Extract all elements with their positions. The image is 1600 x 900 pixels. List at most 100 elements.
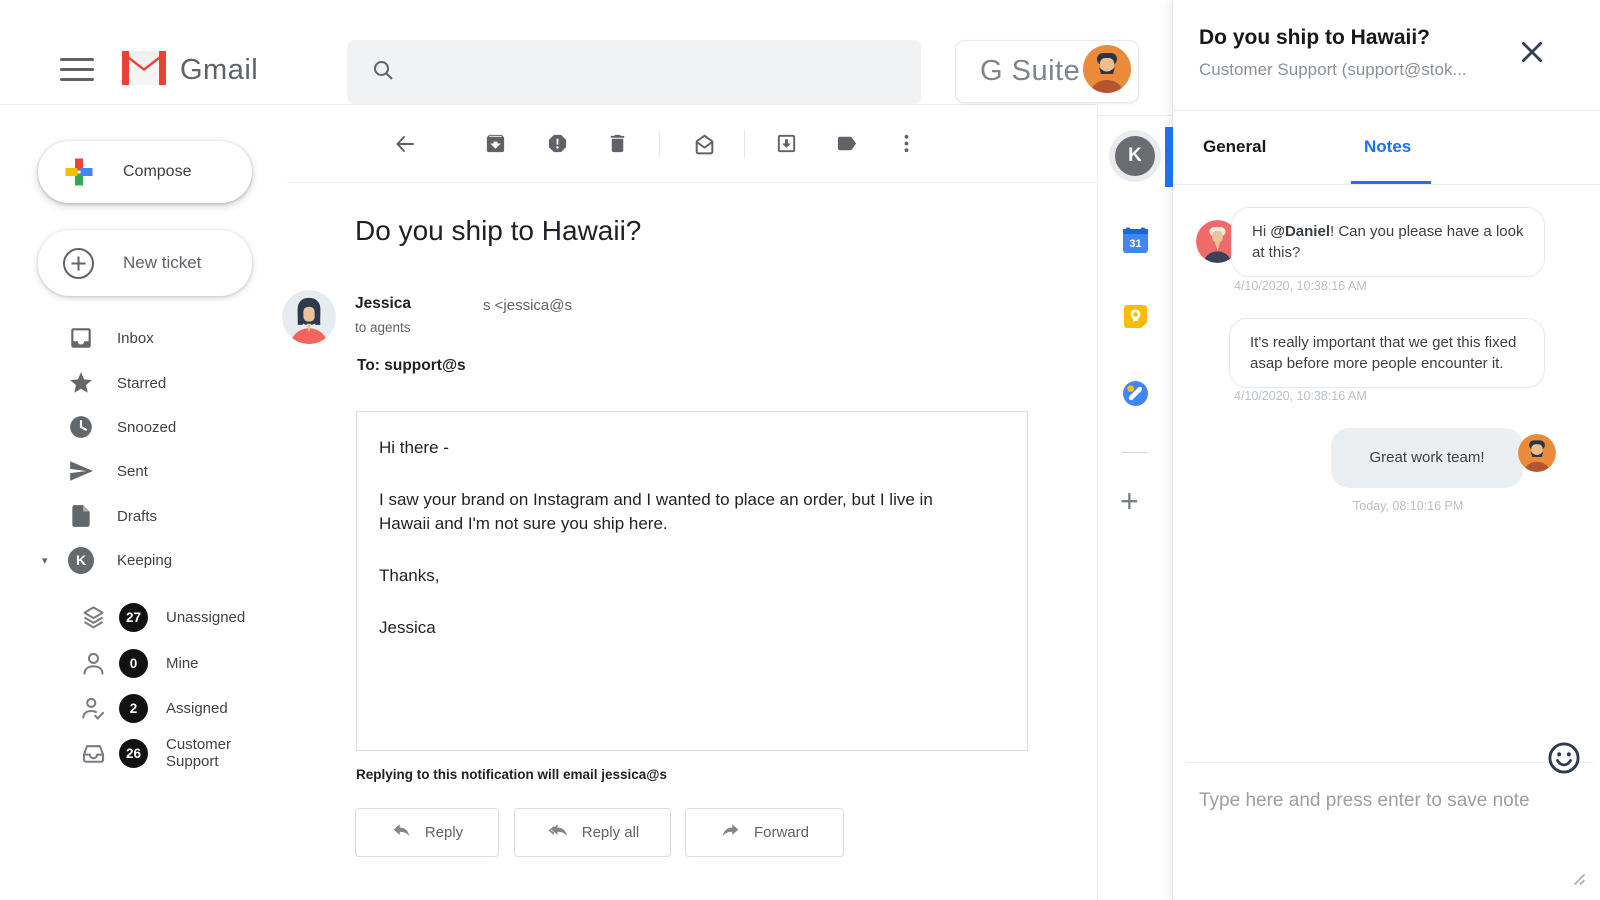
inbox-icon xyxy=(68,325,94,351)
inbox-label: Inbox xyxy=(117,330,154,347)
keeping-logo-icon: K xyxy=(68,547,94,573)
compose-label: Compose xyxy=(123,163,191,181)
sidebar-item-inbox[interactable]: Inbox xyxy=(0,316,270,360)
sender-avatar xyxy=(282,290,336,344)
unassigned-label: Unassigned xyxy=(166,609,245,626)
sidebar-item-unassigned[interactable]: 27 Unassigned xyxy=(0,595,280,639)
calendar-icon[interactable]: 31 xyxy=(1122,227,1149,254)
assigned-label: Assigned xyxy=(166,700,228,717)
resize-handle-icon[interactable] xyxy=(1571,871,1587,887)
strip-divider xyxy=(1098,115,1173,116)
note-bubble-own: Great work team! xyxy=(1331,428,1523,488)
top-header: Gmail G Suite xyxy=(0,0,1097,105)
reply-icon xyxy=(391,820,412,846)
mine-label: Mine xyxy=(166,655,199,672)
note-text: Hi xyxy=(1252,223,1270,240)
sidebar-item-assigned[interactable]: 2 Assigned xyxy=(0,686,280,730)
customer-support-label: Customer Support xyxy=(166,736,280,770)
unassigned-count-badge: 27 xyxy=(119,603,148,632)
back-icon[interactable] xyxy=(393,132,417,156)
close-icon[interactable] xyxy=(1518,38,1546,66)
reply-button[interactable]: Reply xyxy=(355,808,499,857)
email-view: Do you ship to Hawaii? Jessica s <jessic… xyxy=(287,105,1097,900)
to-line: To: support@s xyxy=(357,357,466,375)
panel-title: Do you ship to Hawaii? xyxy=(1199,26,1529,50)
email-toolbar xyxy=(287,105,1097,183)
active-tab-underline xyxy=(1351,181,1431,184)
sidebar-item-sent[interactable]: Sent xyxy=(0,449,270,493)
reply-all-icon xyxy=(546,820,569,846)
addon-strip: K 31 xyxy=(1097,105,1172,900)
tasks-icon[interactable] xyxy=(1122,380,1149,407)
forward-icon xyxy=(720,820,741,846)
body-paragraph: Thanks, xyxy=(379,564,979,588)
reply-label: Reply xyxy=(425,824,463,841)
gsuite-account-card[interactable]: G Suite xyxy=(955,40,1139,103)
sidebar-item-snoozed[interactable]: Snoozed xyxy=(0,405,270,449)
note-timestamp: 4/10/2020, 10:38:16 AM xyxy=(1234,279,1367,293)
sent-label: Sent xyxy=(117,463,148,480)
gsuite-label: G Suite xyxy=(980,55,1080,88)
move-to-icon[interactable] xyxy=(775,132,799,156)
forward-label: Forward xyxy=(754,824,809,841)
gmail-wordmark: Gmail xyxy=(180,54,258,87)
search-icon xyxy=(371,58,395,87)
gmail-app: Gmail G Suite xyxy=(0,0,1600,900)
sidebar-item-customer-support[interactable]: 26 Customer Support xyxy=(0,731,280,775)
strip-divider xyxy=(1122,452,1148,453)
keeping-panel: Do you ship to Hawaii? Customer Support … xyxy=(1172,0,1600,900)
reply-all-button[interactable]: Reply all xyxy=(514,808,671,857)
delete-icon[interactable] xyxy=(606,132,630,156)
mail-sidebar: Compose New ticket Inbox xyxy=(0,105,287,900)
send-icon xyxy=(68,458,94,484)
sidebar-item-starred[interactable]: Starred xyxy=(0,361,270,405)
search-bar[interactable] xyxy=(347,40,921,104)
keeping-addon-icon[interactable]: K xyxy=(1109,130,1161,182)
keep-icon[interactable] xyxy=(1122,303,1149,330)
emoji-icon[interactable] xyxy=(1545,739,1582,776)
starred-label: Starred xyxy=(117,375,166,392)
search-input[interactable] xyxy=(411,63,891,81)
sidebar-item-keeping[interactable]: ▾ K Keeping xyxy=(0,538,270,582)
note-text: Great work team! xyxy=(1369,449,1484,466)
mark-unread-icon[interactable] xyxy=(692,132,716,156)
active-addon-indicator xyxy=(1165,127,1173,187)
note-bubble: Hi @Daniel! Can you please have a look a… xyxy=(1231,207,1545,277)
keeping-label: Keeping xyxy=(117,552,172,569)
report-spam-icon[interactable] xyxy=(546,132,570,156)
account-avatar[interactable] xyxy=(1083,45,1131,98)
note-timestamp: Today, 08:10:16 PM xyxy=(1353,499,1463,513)
note-bubble: It's really important that we get this f… xyxy=(1229,318,1545,388)
clock-icon xyxy=(68,414,94,440)
archive-icon[interactable] xyxy=(484,132,508,156)
expand-caret-icon[interactable]: ▾ xyxy=(42,554,48,567)
own-avatar xyxy=(1518,434,1556,472)
note-input[interactable] xyxy=(1199,790,1559,812)
draft-file-icon xyxy=(68,503,94,529)
plus-circle-icon xyxy=(62,247,95,280)
new-ticket-button[interactable]: New ticket xyxy=(38,230,252,296)
sender-email: s <jessica@s xyxy=(483,297,572,314)
hamburger-menu-icon[interactable] xyxy=(60,58,94,84)
sidebar-item-mine[interactable]: 0 Mine xyxy=(0,641,280,685)
person-icon xyxy=(80,650,107,677)
more-options-icon[interactable] xyxy=(895,132,919,156)
add-addon-icon[interactable]: + xyxy=(1120,483,1139,520)
tab-notes[interactable]: Notes xyxy=(1364,137,1411,157)
mine-count-badge: 0 xyxy=(119,649,148,678)
tab-general[interactable]: General xyxy=(1203,137,1266,157)
compose-button[interactable]: Compose xyxy=(38,141,252,203)
label-icon[interactable] xyxy=(835,132,859,156)
email-body: Hi there - I saw your brand on Instagram… xyxy=(356,411,1028,751)
sent-to-label[interactable]: to agents xyxy=(355,320,411,335)
tray-icon xyxy=(80,740,107,767)
forward-button[interactable]: Forward xyxy=(685,808,844,857)
svg-text:31: 31 xyxy=(1129,238,1141,250)
sidebar-item-drafts[interactable]: Drafts xyxy=(0,494,270,538)
sender-name[interactable]: Jessica xyxy=(355,295,411,313)
note-timestamp: 4/10/2020, 10:38:16 AM xyxy=(1234,389,1367,403)
mention[interactable]: @Daniel xyxy=(1270,223,1330,240)
star-icon xyxy=(68,370,94,396)
reply-notice: Replying to this notification will email… xyxy=(356,767,667,782)
gmail-envelope-icon xyxy=(118,48,170,93)
